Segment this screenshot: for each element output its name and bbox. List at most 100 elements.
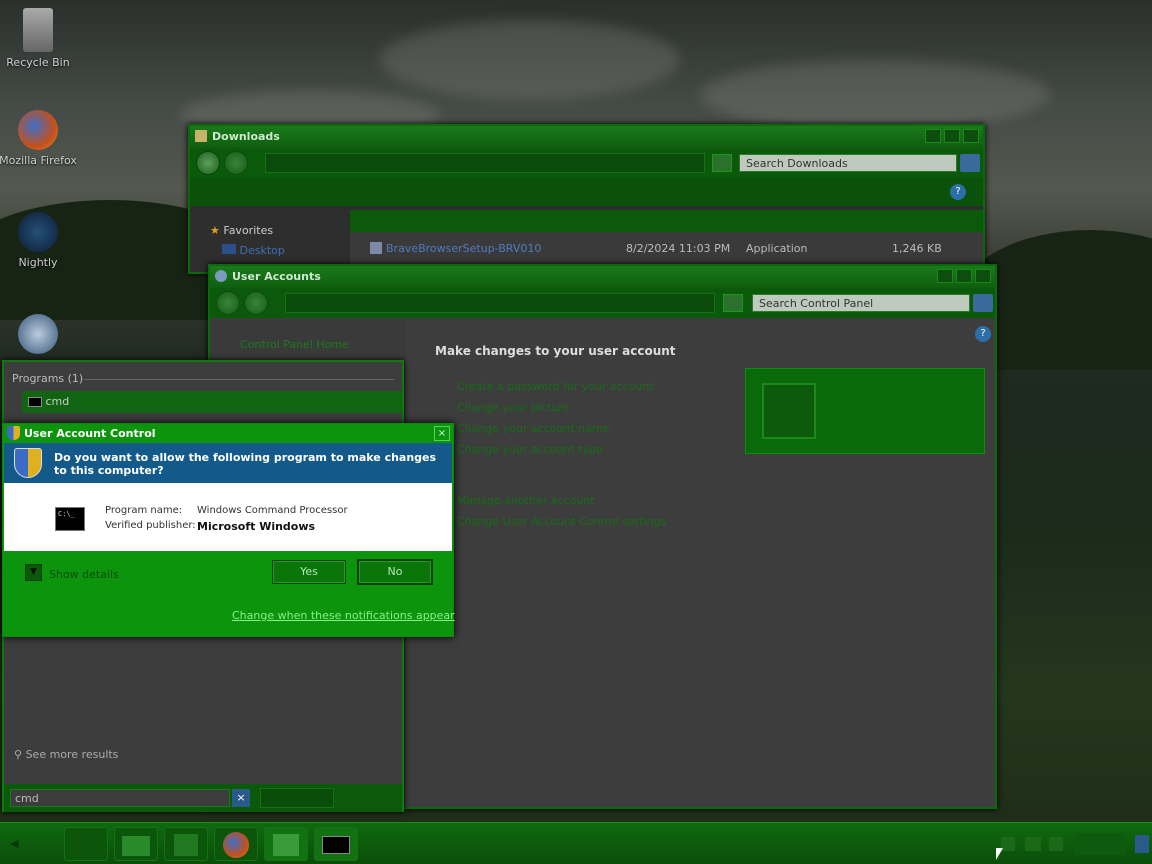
mouse-cursor bbox=[996, 848, 1003, 860]
desktop-icon-label: Recycle Bin bbox=[6, 56, 70, 69]
action-center-flag-icon[interactable] bbox=[1001, 837, 1015, 851]
taskbar-cmd[interactable] bbox=[314, 827, 358, 861]
window-title: User Accounts bbox=[232, 270, 321, 283]
refresh-button[interactable] bbox=[712, 154, 732, 172]
see-more-label: See more results bbox=[25, 748, 119, 761]
result-label: cmd bbox=[45, 395, 70, 408]
show-desktop-button[interactable] bbox=[1135, 835, 1149, 853]
change-notifications-link[interactable]: Change when these notifications appear bbox=[232, 609, 455, 622]
start-button[interactable]: ◀ bbox=[2, 831, 62, 857]
network-icon[interactable] bbox=[1025, 837, 1041, 851]
address-bar: Search Downloads bbox=[190, 148, 983, 178]
help-icon[interactable]: ? bbox=[975, 326, 991, 342]
yes-button[interactable]: Yes bbox=[272, 560, 346, 584]
publisher-value: Microsoft Windows bbox=[197, 520, 316, 533]
main-pane: ? Make changes to your user account Crea… bbox=[405, 320, 995, 807]
minimize-button[interactable] bbox=[925, 129, 941, 143]
publisher-label: Verified publisher: bbox=[105, 520, 196, 531]
account-links: Create a password for your account Chang… bbox=[457, 376, 654, 460]
desktop-icon-label: Mozilla Firefox bbox=[0, 154, 77, 167]
app-file-icon bbox=[370, 242, 382, 254]
file-name: BraveBrowserSetup-BRV010 bbox=[386, 242, 542, 255]
clear-search-button[interactable]: × bbox=[232, 789, 250, 807]
app-icon bbox=[18, 314, 58, 354]
search-downloads-input[interactable]: Search Downloads bbox=[739, 154, 957, 172]
forward-button[interactable] bbox=[224, 151, 248, 175]
desktop-icon-firefox[interactable]: Mozilla Firefox bbox=[0, 110, 83, 167]
back-button[interactable] bbox=[196, 151, 220, 175]
manage-account-link[interactable]: Manage another account bbox=[457, 490, 666, 511]
create-password-link[interactable]: Create a password for your account bbox=[457, 376, 654, 397]
taskbar-explorer[interactable] bbox=[114, 827, 158, 861]
uac-settings-link[interactable]: Change User Account Control settings bbox=[457, 511, 666, 532]
search-icon[interactable] bbox=[960, 154, 980, 172]
close-button[interactable]: × bbox=[434, 426, 450, 441]
program-result-cmd[interactable]: cmd bbox=[22, 391, 402, 413]
desktop-icon-recycle-bin[interactable]: Recycle Bin bbox=[0, 8, 83, 69]
desktop-icon-nightly[interactable]: Nightly bbox=[0, 212, 83, 269]
nav-pane: ★ Favorites Desktop bbox=[190, 210, 348, 272]
window-title: Downloads bbox=[212, 130, 280, 143]
recycle-bin-icon bbox=[23, 8, 53, 52]
back-button[interactable] bbox=[216, 291, 240, 315]
close-button[interactable] bbox=[975, 269, 991, 283]
start-search-bar: cmd × bbox=[4, 784, 402, 812]
maximize-button[interactable] bbox=[944, 129, 960, 143]
search-control-panel-input[interactable]: Search Control Panel bbox=[752, 294, 970, 312]
toolbar: ? bbox=[190, 178, 983, 206]
programs-header: Programs (1) bbox=[12, 372, 396, 385]
downloads-window: Downloads Search Downloads ? ★ Favorites… bbox=[188, 124, 985, 274]
account-links-2: Manage another account Change User Accou… bbox=[457, 490, 666, 532]
change-name-link[interactable]: Change your account name bbox=[457, 418, 654, 439]
maximize-button[interactable] bbox=[956, 269, 972, 283]
search-icon[interactable] bbox=[973, 294, 993, 312]
uac-dialog: User Account Control × Do you want to al… bbox=[2, 423, 455, 637]
user-accounts-titlebar[interactable]: User Accounts bbox=[210, 266, 995, 288]
program-name-value: Windows Command Processor bbox=[197, 505, 348, 516]
favorites-item[interactable]: ★ Favorites bbox=[210, 224, 273, 237]
clock[interactable] bbox=[1075, 833, 1125, 855]
start-search-input[interactable]: cmd bbox=[10, 789, 230, 807]
no-button[interactable]: No bbox=[358, 560, 432, 584]
page-heading: Make changes to your user account bbox=[435, 344, 676, 358]
desktop-icon-unknown[interactable] bbox=[0, 314, 83, 358]
folder-icon bbox=[122, 836, 150, 856]
change-type-link[interactable]: Change your account type bbox=[457, 439, 654, 460]
refresh-button[interactable] bbox=[723, 294, 743, 312]
file-size: 1,246 KB bbox=[892, 242, 942, 255]
programs-header-label: Programs (1) bbox=[12, 372, 84, 385]
cmd-program-icon: C:\_ bbox=[55, 507, 85, 531]
volume-icon[interactable] bbox=[1049, 837, 1063, 851]
taskbar-firefox[interactable] bbox=[214, 827, 258, 861]
desktop-item[interactable]: Desktop bbox=[222, 244, 285, 257]
address-field[interactable] bbox=[285, 293, 715, 313]
downloads-titlebar[interactable]: Downloads bbox=[190, 126, 983, 148]
firefox-icon bbox=[223, 832, 249, 858]
shutdown-button[interactable] bbox=[260, 788, 334, 808]
taskbar-media[interactable] bbox=[164, 827, 208, 861]
program-name-label: Program name: bbox=[105, 505, 183, 516]
control-panel-home-link[interactable]: Control Panel Home bbox=[240, 338, 349, 351]
uac-question: Do you want to allow the following progr… bbox=[54, 451, 437, 477]
taskbar-control-panel[interactable] bbox=[264, 827, 308, 861]
file-type: Application bbox=[746, 242, 808, 255]
file-date: 8/2/2024 11:03 PM bbox=[626, 242, 731, 255]
see-more-results[interactable]: ⚲ See more results bbox=[14, 748, 118, 761]
taskbar-app-1[interactable] bbox=[64, 827, 108, 861]
account-tile bbox=[745, 368, 985, 454]
chevron-down-icon: ▼ bbox=[25, 564, 42, 581]
change-picture-link[interactable]: Change your picture bbox=[457, 397, 654, 418]
help-icon[interactable]: ? bbox=[950, 184, 966, 200]
control-panel-icon bbox=[273, 834, 299, 856]
uac-body: C:\_ Program name: Windows Command Proce… bbox=[4, 483, 452, 551]
address-bar: Search Control Panel bbox=[210, 288, 995, 318]
address-field[interactable] bbox=[265, 153, 705, 173]
uac-titlebar[interactable]: User Account Control × bbox=[3, 424, 453, 443]
forward-button[interactable] bbox=[244, 291, 268, 315]
avatar bbox=[762, 383, 816, 439]
minimize-button[interactable] bbox=[937, 269, 953, 283]
file-row[interactable]: BraveBrowserSetup-BRV010 8/2/2024 11:03 … bbox=[350, 240, 983, 258]
star-icon: ★ bbox=[210, 224, 220, 237]
close-button[interactable] bbox=[963, 129, 979, 143]
taskbar: ◀ bbox=[0, 822, 1152, 864]
